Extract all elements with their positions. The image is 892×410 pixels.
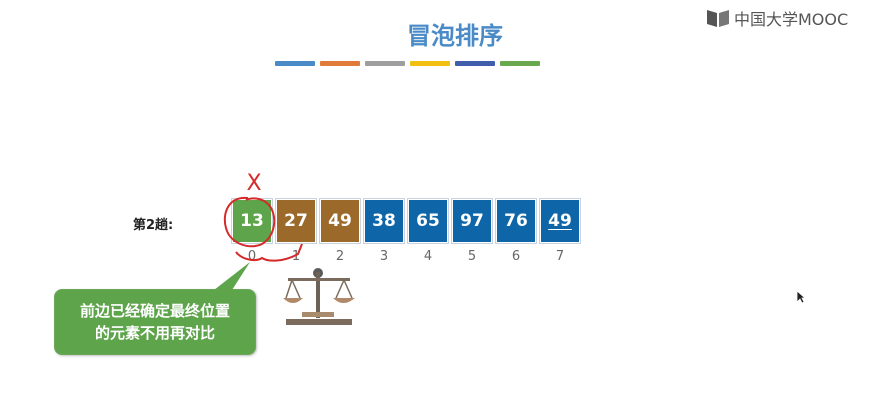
index-label: 3 [379,249,389,264]
cell-value: 13 [240,211,264,231]
callout-line: 的元素不用再对比 [94,324,215,342]
index-label: 6 [511,249,521,264]
annotation-mark: X [246,171,261,196]
cell-value: 49 [548,211,572,231]
cell-value: 27 [284,211,308,231]
cell-value: 76 [504,211,528,231]
array-cell: 49 [541,200,579,242]
index-label: 5 [467,249,477,264]
pass-label: 第2趟: [133,218,174,233]
slide: 中国大学MOOC 冒泡排序 第2趟: 13 27 49 38 65 97 76 … [0,0,892,410]
array-cell: 65 [409,200,447,242]
slide-title: 冒泡排序 [407,22,503,50]
color-bar-segment [275,61,315,66]
cell-value: 97 [460,211,484,231]
book-logo-icon [707,10,729,27]
callout-line: 前边已经确定最终位置 [79,302,230,320]
array-cell: 49 [321,200,359,242]
title-color-bar [275,61,545,66]
mouse-pointer-icon [796,290,806,304]
color-bar-segment [410,61,450,66]
mooc-logo: 中国大学MOOC [706,7,848,29]
array-cell: 27 [277,200,315,242]
color-bar-segment [455,61,495,66]
color-bar-segment [500,61,540,66]
cell-value: 38 [372,211,396,231]
cell-value: 65 [416,211,440,231]
logo-text: 中国大学MOOC [734,10,849,29]
index-label: 4 [423,249,433,264]
callout-tail-shape [214,262,250,290]
index-label: 7 [555,249,565,264]
index-label: 0 [247,249,257,264]
array-cell: 97 [453,200,491,242]
cell-value: 49 [328,211,352,231]
callout-bubble: 前边已经确定最终位置 的元素不用再对比 [54,289,256,355]
color-bar-segment [365,61,405,66]
array-cell: 13 [233,200,271,242]
color-bar-segment [320,61,360,66]
array-cell: 76 [497,200,535,242]
array-cell: 38 [365,200,403,242]
balance-scale-icon [283,268,355,325]
